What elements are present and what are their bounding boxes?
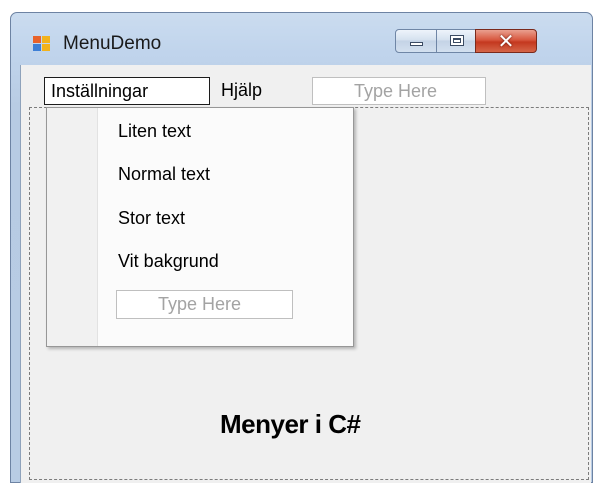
- title-bar[interactable]: MenuDemo ✕: [11, 13, 592, 65]
- dropdown-icon-gutter: [47, 108, 98, 346]
- close-button[interactable]: ✕: [475, 29, 537, 53]
- app-window: MenuDemo ✕ Menyer i C# Inställningar Hjä…: [10, 12, 593, 483]
- client-area: Menyer i C# Inställningar Hjälp Type Her…: [20, 65, 591, 483]
- menu-item-normal-text[interactable]: Normal text: [118, 164, 210, 185]
- menu-item-liten-text[interactable]: Liten text: [118, 121, 191, 142]
- menu-installningar[interactable]: Inställningar: [44, 77, 210, 105]
- maximize-button[interactable]: [436, 29, 476, 53]
- maximize-icon: [450, 35, 464, 46]
- minimize-button[interactable]: [395, 29, 437, 53]
- close-icon: ✕: [497, 29, 515, 53]
- menu-item-vit-bakgrund[interactable]: Vit bakgrund: [118, 251, 219, 272]
- menu-item-stor-text[interactable]: Stor text: [118, 208, 185, 229]
- minimize-icon: [410, 42, 423, 46]
- form-heading-label: Menyer i C#: [220, 409, 361, 439]
- menu-strip: Inställningar Hjälp Type Here: [21, 65, 591, 107]
- menu-hjalp[interactable]: Hjälp: [215, 77, 295, 105]
- window-title: MenuDemo: [63, 33, 162, 54]
- app-window-icon: [33, 36, 53, 54]
- dropdown-type-here-input[interactable]: Type Here: [116, 290, 293, 319]
- installningar-dropdown: Liten text Normal text Stor text Vit bak…: [46, 107, 354, 347]
- menu-type-here-input[interactable]: Type Here: [312, 77, 486, 105]
